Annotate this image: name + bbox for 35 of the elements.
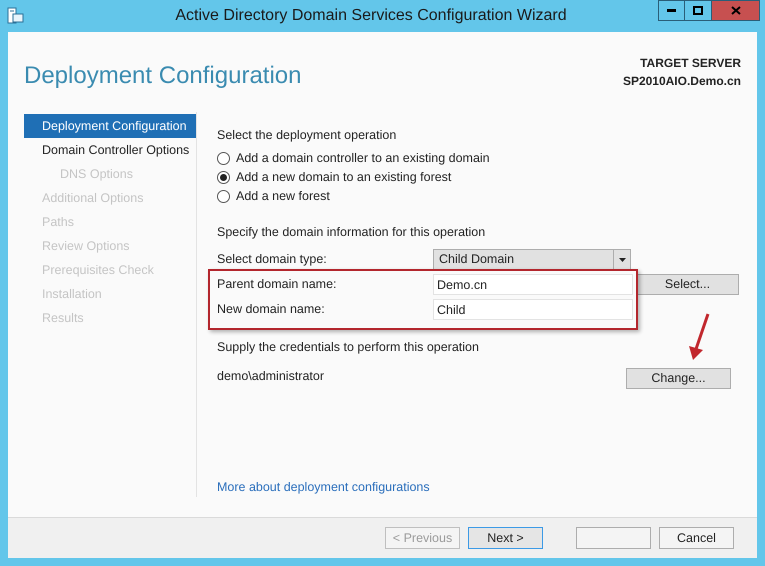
user-name: demo\administrator [217, 368, 324, 386]
section-heading: Specify the domain information for this operation [217, 224, 486, 241]
footer-button[interactable]: Cancel [659, 527, 734, 549]
change-button[interactable]: Change... [626, 368, 731, 390]
field-label: Parent domain name: [217, 276, 338, 294]
field-label: New domain name: [217, 301, 326, 318]
maximize-icon [693, 6, 703, 15]
minimize-icon [667, 9, 676, 12]
window-title: Active Directory Domain Services Configuration Wizard [174, 6, 568, 26]
footer-button[interactable]: Next > [468, 527, 543, 549]
help-link[interactable]: More about deployment configurations [217, 478, 739, 497]
sidebar-item[interactable]: Domain Controller Options [24, 138, 196, 162]
text-field[interactable]: Child [433, 299, 633, 320]
radio-label: Add a new forest [236, 188, 330, 206]
section-heading: Select the deployment operation [217, 127, 398, 144]
field-label: Select domain type: [217, 251, 328, 268]
page-title: Deployment Configuration [24, 61, 302, 91]
radio-button[interactable] [217, 152, 230, 166]
minimize-button[interactable] [658, 0, 685, 21]
close-button[interactable] [712, 0, 760, 21]
radio-label: Add a new domain to an existing forest [236, 169, 452, 186]
close-icon [730, 6, 740, 15]
domain-type-dropdown[interactable]: Child Domain [433, 249, 631, 270]
target-server-label: TARGET SERVER [640, 55, 741, 72]
target-server-name: SP2010AIO.Demo.cn [622, 73, 741, 90]
radio-label: Add a domain controller to an existing domain [236, 150, 490, 168]
radio-button[interactable] [217, 171, 230, 184]
arrow-icon [686, 312, 712, 362]
caret-icon [618, 258, 626, 262]
radio-button[interactable] [217, 190, 230, 204]
section-heading: Supply the credentials to perform this operation [217, 338, 480, 356]
select-button[interactable]: Select... [636, 274, 739, 295]
text-field[interactable]: Demo.cn [433, 274, 633, 295]
sidebar-item[interactable]: Deployment Configuration [24, 114, 196, 138]
server-icon [6, 7, 24, 25]
